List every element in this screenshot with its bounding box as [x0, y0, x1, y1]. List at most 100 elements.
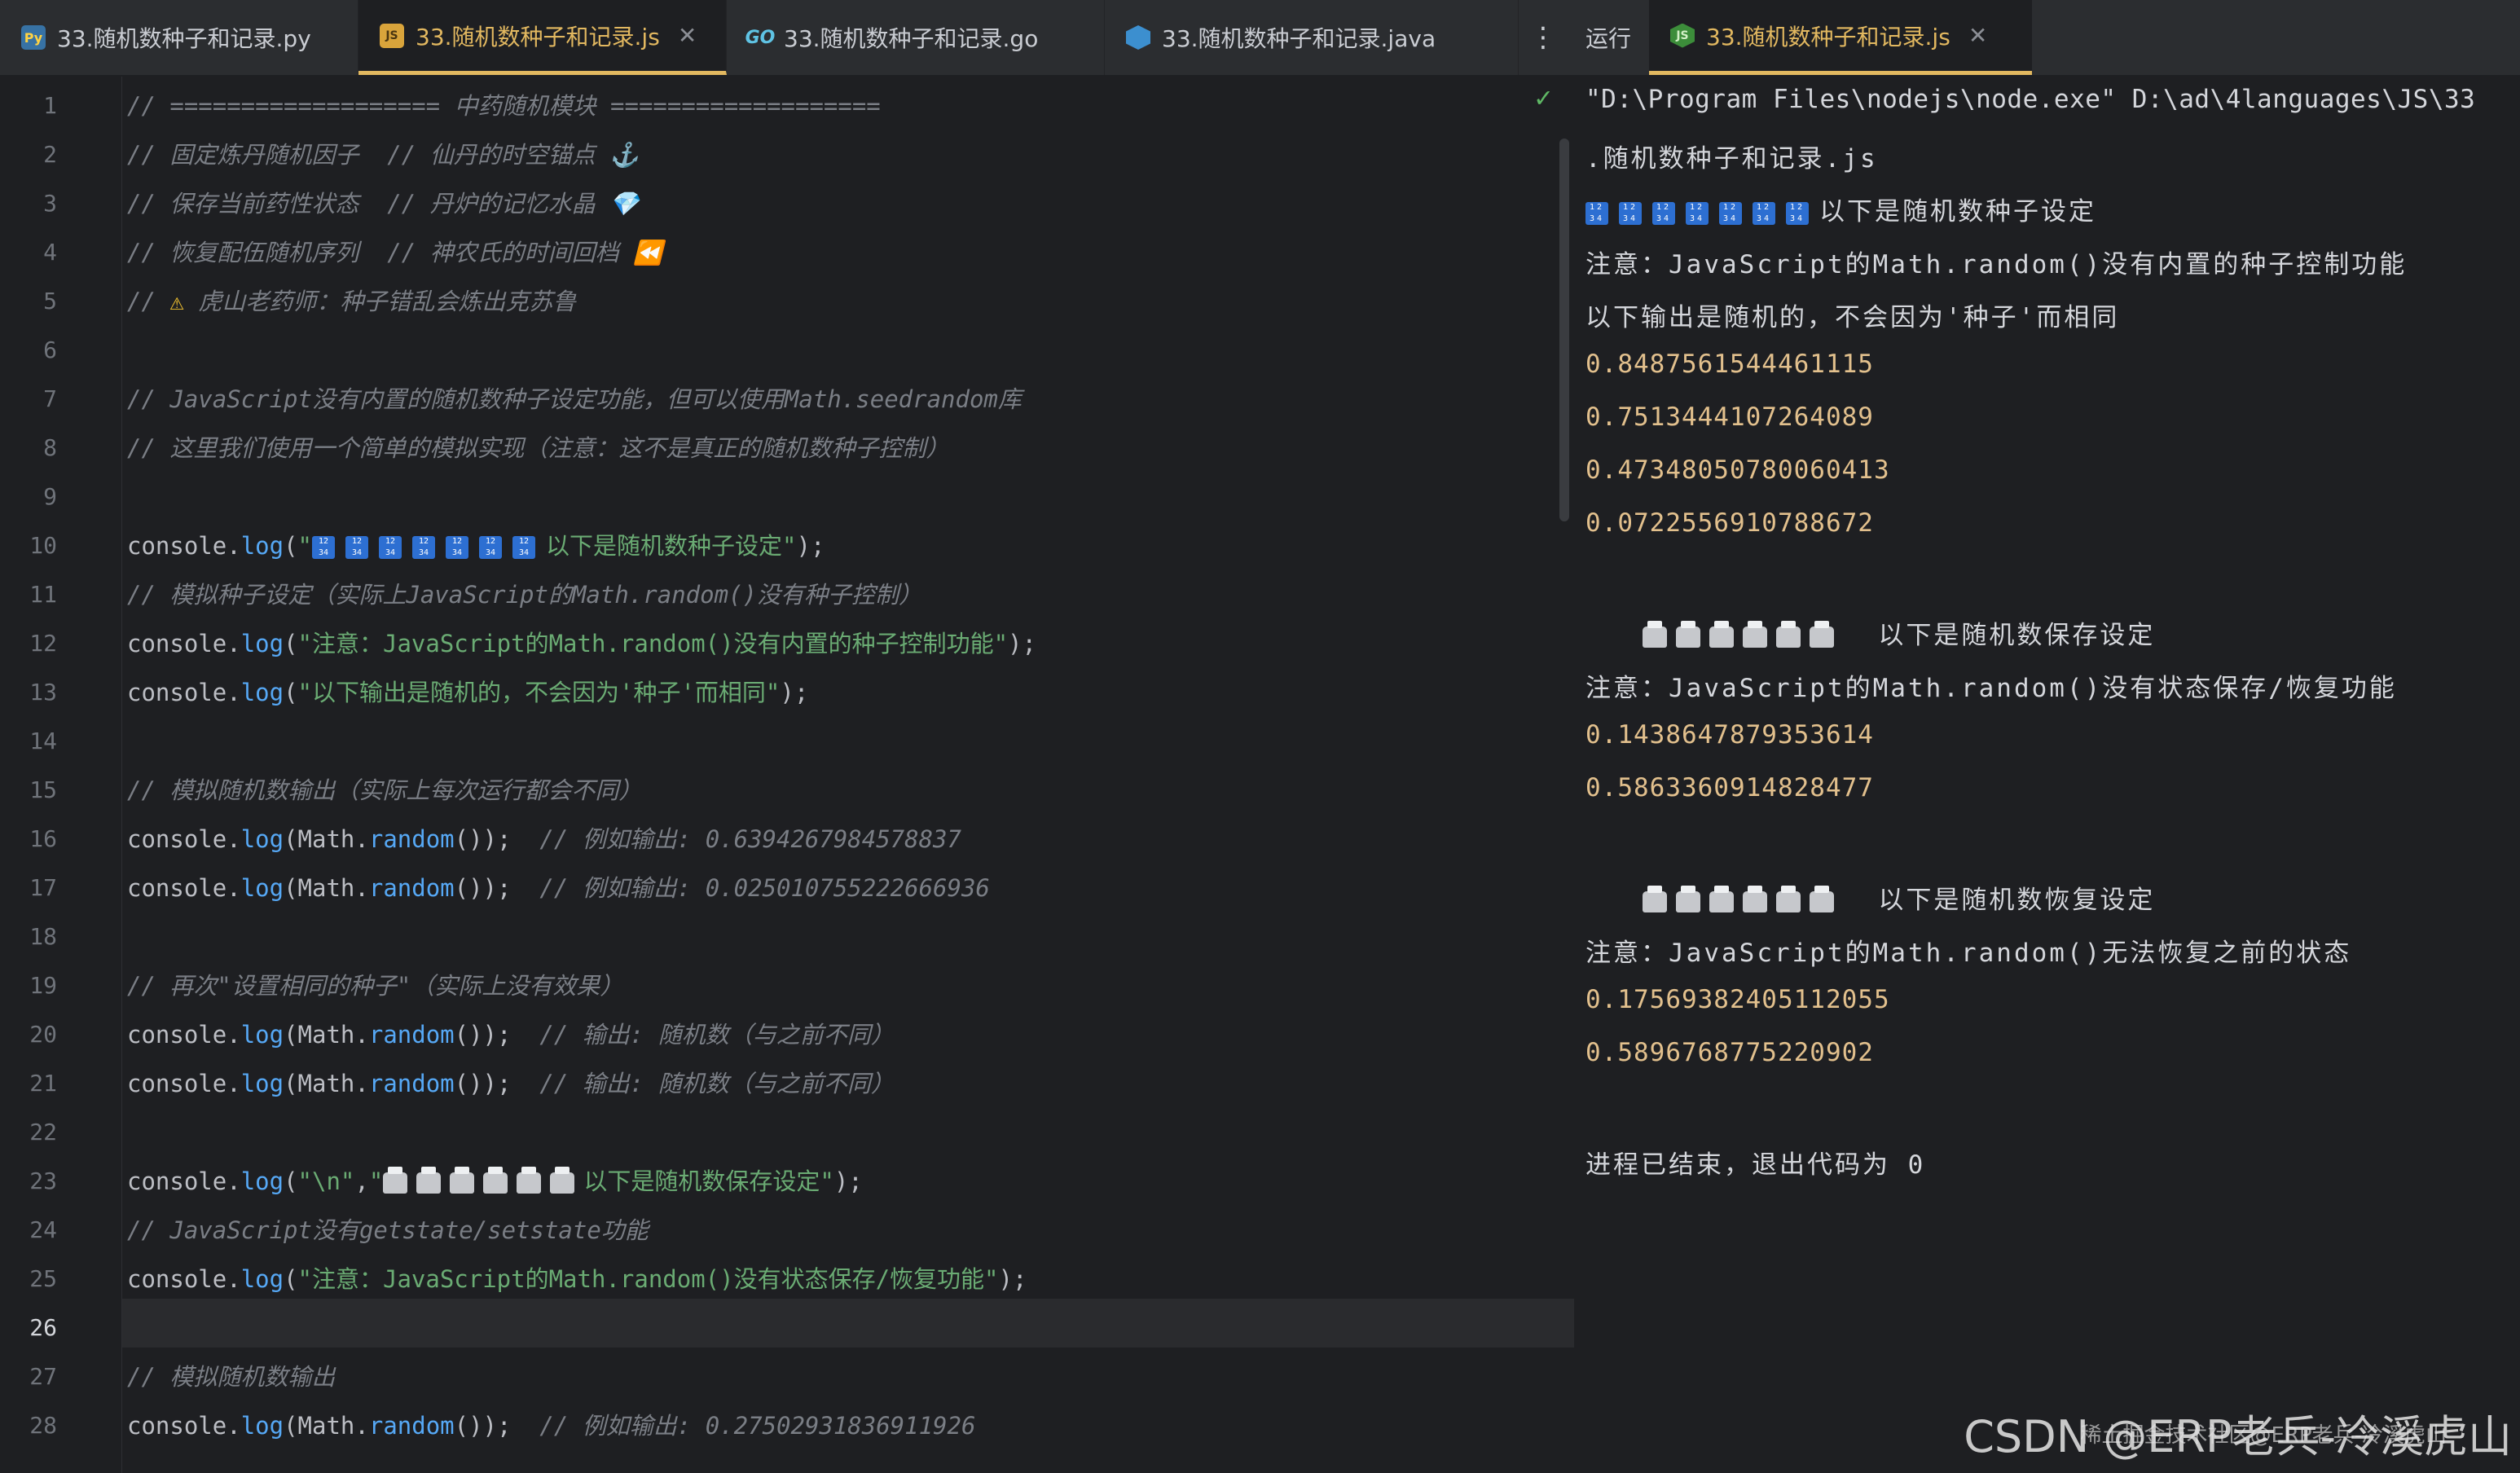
line-number: 17 — [29, 874, 57, 901]
console-number: 0.8487561544461115 — [1585, 350, 1874, 379]
printer-emoji-icon — [1743, 620, 1767, 648]
code-line-19: // 再次"设置相同的种子"（实际上没有效果） — [127, 972, 624, 1000]
newline-string: "\n" — [297, 1167, 355, 1195]
math-token: Math — [297, 825, 355, 853]
console-text: 以下是随机数种子设定 — [1819, 197, 2096, 226]
console-note: 注意：JavaScript的Math.random()没有状态保存/恢复功能 — [1585, 674, 2397, 703]
log-token: log — [240, 825, 284, 853]
warning-icon: ⚠ — [169, 288, 199, 315]
printer-emoji-icon — [1776, 885, 1801, 912]
run-tab[interactable]: JS 33.随机数种子和记录.js ✕ — [1649, 0, 2032, 75]
line-number: 20 — [29, 1021, 57, 1048]
inline-comment: // 例如输出: 0.6394267984578837 — [539, 825, 961, 853]
console-note: 注意：JavaScript的Math.random()无法恢复之前的状态 — [1585, 939, 2352, 968]
line-number: 8 — [43, 434, 57, 461]
math-token: Math — [297, 1070, 355, 1097]
number-emoji-icon: 12 34 — [1652, 201, 1675, 225]
console-number: 0.17569382405112055 — [1585, 985, 1890, 1014]
code-line-16: console.log(Math.random()); // 例如输出: 0.6… — [127, 825, 961, 853]
random-token: random — [368, 874, 455, 902]
log-token: log — [240, 1070, 284, 1097]
console-number: 0.0722556910788672 — [1585, 508, 1874, 538]
number-emoji-icon: 12 34 — [1786, 201, 1809, 225]
random-token: random — [368, 1412, 455, 1440]
math-token: Math — [297, 1412, 355, 1440]
code-line-20: console.log(Math.random()); // 输出: 随机数（与… — [127, 1021, 895, 1049]
tab-javascript-file[interactable]: JS 33.随机数种子和记录.js ✕ — [358, 0, 727, 75]
console-note: 注意：JavaScript的Math.random()没有内置的种子控制功能 — [1585, 250, 2408, 279]
log-token: log — [240, 679, 284, 706]
java-file-icon — [1126, 25, 1150, 50]
code-line-25: console.log("注意：JavaScript的Math.random()… — [127, 1265, 1027, 1293]
code-line-24: // JavaScript没有getstate/setstate功能 — [127, 1216, 649, 1244]
printer-emoji-icon — [383, 1167, 408, 1194]
line-number-current: 26 — [29, 1314, 57, 1341]
printer-emoji-icon — [483, 1167, 508, 1194]
printer-emoji-icon — [1810, 620, 1834, 648]
line-number: 28 — [29, 1412, 57, 1439]
tab-go-file[interactable]: GO 33.随机数种子和记录.go — [727, 0, 1105, 75]
printer-emoji-icon — [1709, 620, 1734, 648]
watermark: CSDN @ERP老兵-冷溪虎山 — [1964, 1411, 2512, 1462]
number-emoji-icon: 12 34 — [479, 536, 503, 559]
close-run-tab-icon[interactable]: ✕ — [1968, 22, 1987, 49]
editor-scrollbar[interactable] — [1559, 139, 1569, 521]
tab-java-file[interactable]: 33.随机数种子和记录.java — [1105, 0, 1519, 75]
printer-emoji-icon — [1743, 885, 1767, 912]
number-emoji-icon: 12 34 — [1719, 201, 1742, 225]
line-number-gutter: 1 2 3 4 5 6 7 8 9 10 11 12 13 14 15 16 1… — [0, 77, 122, 1473]
number-emoji-icon: 12 34 — [412, 536, 436, 559]
console-command-line-cont: .随机数种子和记录.js — [1585, 144, 1878, 174]
log-token: log — [240, 1265, 284, 1293]
number-emoji-icon: 12 34 — [312, 536, 336, 559]
run-tab-label: 33.随机数种子和记录.js — [1706, 23, 1950, 51]
comment-text: 虎山老药师：种子错乱会炼出克苏鲁 — [198, 288, 577, 315]
line-number: 19 — [29, 972, 57, 999]
close-tab-icon[interactable]: ✕ — [678, 22, 697, 49]
inspection-ok-icon[interactable]: ✓ — [1535, 81, 1551, 114]
console-token: console — [127, 1021, 227, 1049]
tab-label: 33.随机数种子和记录.py — [57, 25, 311, 52]
console-token: console — [127, 1412, 227, 1440]
number-emoji-icon: 12 34 — [1619, 201, 1642, 225]
string-literal: "以下输出是随机的，不会因为'种子'而相同" — [297, 679, 781, 706]
number-emoji-icon: 12 34 — [1753, 201, 1775, 225]
more-tabs-icon[interactable]: ⋮ — [1519, 0, 1568, 75]
log-token: log — [240, 1021, 284, 1049]
random-token: random — [368, 825, 455, 853]
editor-tab-bar: Py 33.随机数种子和记录.py JS 33.随机数种子和记录.js ✕ GO… — [0, 0, 2520, 77]
code-line-5: // ⚠ 虎山老药师：种子错乱会炼出克苏鲁 — [127, 277, 576, 326]
console-text: 以下是随机数恢复设定 — [1878, 886, 2156, 915]
console-token: console — [127, 1070, 227, 1097]
string-literal: "注意：JavaScript的Math.random()没有状态保存/恢复功能" — [297, 1265, 999, 1293]
printer-emoji-icon — [1676, 885, 1700, 912]
number-emoji-icon: 12 34 — [446, 536, 469, 559]
line-number: 25 — [29, 1265, 57, 1292]
tab-python-file[interactable]: Py 33.随机数种子和记录.py — [0, 0, 358, 75]
console-token: console — [127, 825, 227, 853]
printer-emoji-icon — [517, 1167, 542, 1194]
line-number: 18 — [29, 923, 57, 950]
code-line-11: // 模拟种子设定（实际上JavaScript的Math.random()没有种… — [127, 581, 922, 609]
console-token: console — [127, 532, 227, 560]
log-token: log — [240, 1167, 284, 1195]
line-number: 13 — [29, 679, 57, 706]
line-number: 7 — [43, 385, 57, 412]
run-console[interactable]: "D:\Program Files\nodejs\node.exe" D:\ad… — [1574, 77, 2520, 1473]
line-number: 23 — [29, 1167, 57, 1194]
number-emoji-icon: 12 34 — [1585, 201, 1608, 225]
console-token: console — [127, 1167, 227, 1195]
string-literal: 以下是随机数种子设定 — [546, 532, 783, 560]
code-line-27: // 模拟随机数输出 — [127, 1363, 336, 1391]
number-emoji-icon: 12 34 — [512, 536, 536, 559]
tab-label: 33.随机数种子和记录.go — [784, 25, 1039, 52]
inline-comment: // 例如输出: 0.27502931836911926 — [539, 1412, 976, 1440]
code-editor[interactable]: // =================== 中药随机模块 ==========… — [122, 77, 1574, 1473]
line-number: 10 — [29, 532, 57, 559]
code-line-10: console.log(" 12 3412 3412 3412 3412 3412 3412 3… — [127, 532, 825, 560]
console-token: console — [127, 1265, 227, 1293]
printer-emoji-icon — [1776, 620, 1801, 648]
line-number: 16 — [29, 825, 57, 852]
code-line-13: console.log("以下输出是随机的，不会因为'种子'而相同"); — [127, 679, 809, 706]
line-number: 6 — [43, 336, 57, 363]
